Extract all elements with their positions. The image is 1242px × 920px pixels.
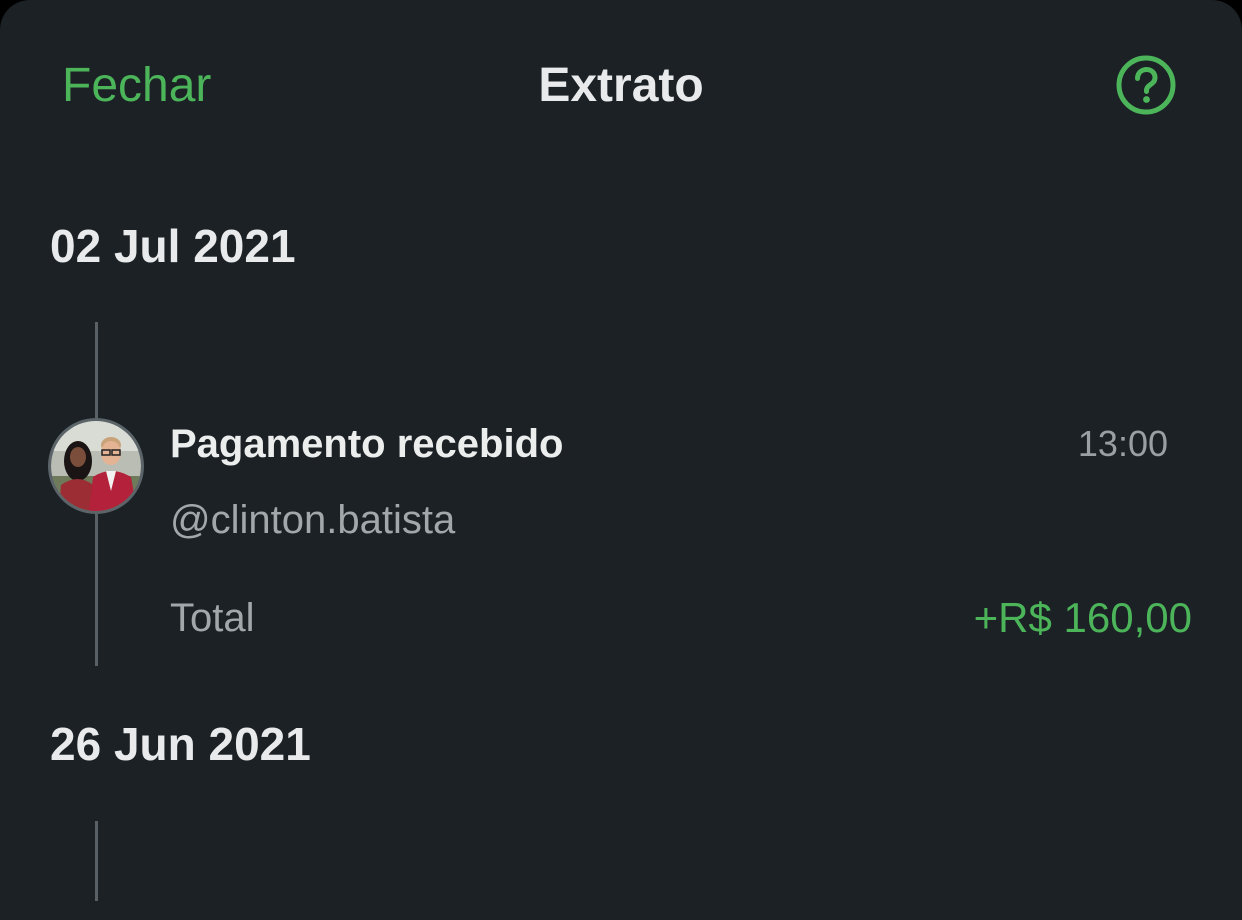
question-circle-icon	[1116, 55, 1176, 115]
date-header: 02 Jul 2021	[50, 220, 296, 272]
transaction-total-label: Total	[170, 596, 255, 640]
transaction-title: Pagamento recebido	[170, 422, 564, 466]
transaction-time: 13:00	[1077, 423, 1168, 464]
timeline-line	[95, 821, 98, 901]
transaction-amount: +R$ 160,00	[973, 594, 1192, 641]
transaction-user[interactable]: @clinton.batista	[170, 496, 455, 544]
page-title: Extrato	[538, 59, 704, 112]
avatar[interactable]	[48, 418, 144, 514]
statement-sheet: Fechar Extrato 02 Jul 2021 Pagamento rec…	[0, 0, 1242, 920]
user-avatar-photo	[51, 421, 141, 511]
date-header: 26 Jun 2021	[50, 718, 311, 770]
help-button[interactable]	[1115, 54, 1177, 116]
